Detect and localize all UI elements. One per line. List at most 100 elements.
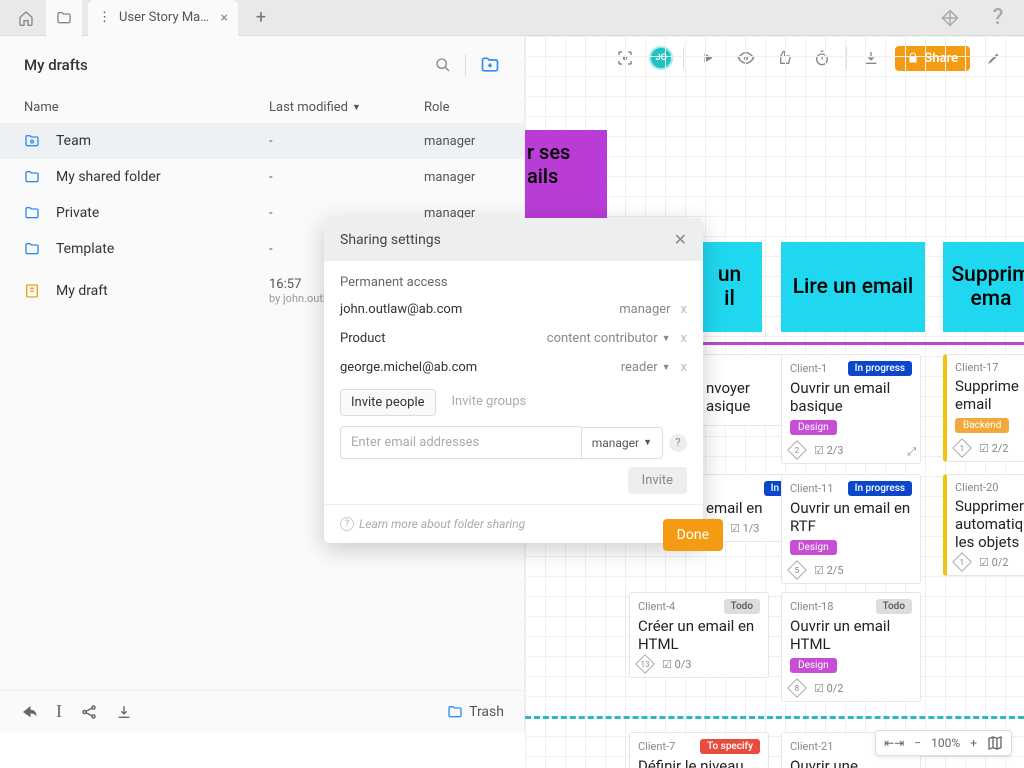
card-client: Client-17 (955, 361, 998, 374)
sharing-modal: Sharing settings ✕ Permanent access john… (324, 218, 703, 543)
file-name: Team (56, 133, 269, 149)
file-role: manager (424, 134, 500, 149)
story-card[interactable]: Client-4TodoCréer un email en HTML13☑ 0/… (629, 592, 769, 678)
fit-width-icon[interactable]: ⇤⇥ (884, 736, 904, 750)
access-row: george.michel@ab.comreader ▼x (340, 360, 687, 375)
card-client: Client-7 (638, 740, 675, 753)
done-button[interactable]: Done (663, 519, 723, 551)
story-card[interactable]: Client-20 Supprimer automatiq les objets 1… (943, 474, 1024, 576)
add-tab-button[interactable]: + (246, 3, 276, 33)
search-icon[interactable] (435, 57, 451, 73)
map-icon[interactable] (987, 735, 1003, 751)
card-tag: Design (790, 420, 837, 435)
file-role: manager (424, 170, 500, 185)
folder-shared-icon (24, 133, 46, 149)
checklist-icon: ☑ 2/5 (814, 564, 844, 577)
card-footer: 8☑ 0/2 (790, 681, 912, 695)
remove-access-icon[interactable]: x (681, 302, 687, 317)
card-title: Supprimer automatiq les objets (955, 497, 1024, 551)
story-card[interactable]: Client-18TodoOuvrir un email HTMLDesign8… (781, 592, 921, 702)
invite-tabs: Invite people Invite groups (340, 389, 687, 416)
access-role[interactable]: reader ▼ (621, 360, 671, 375)
email-input[interactable] (340, 426, 581, 459)
expand-icon[interactable]: ⤢ (907, 445, 916, 459)
tab-story-mapping[interactable]: ⋮ User Story Mappi... × (88, 0, 238, 36)
release-dash-line (525, 716, 1024, 719)
remove-access-icon[interactable]: x (681, 360, 687, 375)
drag-dots-icon: ⋮ (98, 10, 111, 25)
invite-role-select[interactable]: manager▼ (581, 427, 663, 459)
close-icon[interactable]: × (221, 10, 228, 26)
tab-invite-people[interactable]: Invite people (340, 389, 436, 416)
trash-button[interactable]: Trash (447, 704, 504, 720)
col-name[interactable]: Name (24, 100, 269, 115)
divider (465, 54, 466, 76)
col-modified[interactable]: Last modified▼ (269, 100, 424, 115)
card-footer: 1☑ 2/2 (955, 441, 1024, 455)
text-cursor-icon[interactable]: I (56, 701, 62, 722)
access-row: john.outlaw@ab.commanagerx (340, 302, 687, 317)
activity-card[interactable]: un il (697, 242, 762, 332)
card-client: Client-11 (790, 482, 833, 495)
file-name: My shared folder (56, 169, 269, 185)
checklist-icon: ☑ 0/2 (814, 682, 844, 695)
zoom-in-icon[interactable]: + (970, 736, 977, 750)
card-client: Client-4 (638, 600, 675, 613)
folder-icon (24, 241, 46, 257)
card-client: Client-20 (955, 481, 998, 494)
zoom-control[interactable]: ⇤⇥ − 100% + (875, 730, 1012, 756)
file-row[interactable]: Team-manager (0, 123, 524, 159)
col-role[interactable]: Role (424, 100, 500, 115)
file-modified: - (269, 134, 424, 149)
hex-badge: 5 (787, 560, 807, 580)
caret-down-icon: ▼ (352, 102, 361, 113)
share-arrow-icon[interactable] (20, 703, 38, 721)
card-tag: Design (790, 658, 837, 673)
card-title: Créer un email en HTML (638, 617, 760, 653)
card-title: Ouvrir une (790, 757, 912, 768)
story-card[interactable]: Client-7To specifyDéfinir le niveau (629, 732, 769, 768)
modal-title: Sharing settings (340, 232, 441, 248)
download-icon[interactable] (116, 704, 132, 720)
modal-header: Sharing settings ✕ (324, 218, 703, 261)
close-icon[interactable]: ✕ (674, 230, 687, 249)
checklist-icon: ☑ 2/3 (814, 444, 844, 457)
share-nodes-icon[interactable] (80, 703, 98, 721)
home-icon[interactable] (8, 0, 44, 36)
card-footer: 5 ☑ 2/5 (790, 563, 912, 577)
card-footer: 1☑ 0/2 (955, 555, 1024, 569)
story-card[interactable]: Client-11In progressOuvrir un email en R… (781, 474, 921, 584)
card-status: Todo (876, 599, 912, 614)
permanent-access-label: Permanent access (340, 275, 687, 290)
tabbar-left: ⋮ User Story Mappi... × + (8, 0, 276, 36)
invite-button[interactable]: Invite (628, 467, 687, 494)
diamond-icon[interactable] (932, 0, 968, 36)
epic-card[interactable]: r ses ails (525, 130, 607, 220)
folder-icon (447, 704, 463, 720)
file-row[interactable]: My shared folder-manager (0, 159, 524, 195)
folder-tab-icon[interactable] (46, 0, 82, 36)
card-tag: Backend (955, 418, 1009, 433)
new-folder-icon[interactable] (480, 55, 500, 75)
help-icon[interactable]: ? (669, 434, 687, 452)
story-card[interactable]: Client-17Supprime emailBackend1☑ 2/2 (943, 354, 1024, 462)
folder-icon (24, 205, 46, 221)
hex-badge: 2 (787, 440, 807, 460)
zoom-out-icon[interactable]: − (914, 736, 921, 750)
card-title: Définir le niveau (638, 757, 760, 768)
draft-icon (24, 283, 46, 299)
card-tag: Design (790, 540, 837, 555)
tab-title: User Story Mappi... (119, 10, 213, 25)
access-role[interactable]: content contributor ▼ (547, 331, 671, 346)
checklist-icon: ☑ 2/2 (979, 442, 1009, 455)
learn-more-link[interactable]: ? Learn more about folder sharing (340, 517, 525, 531)
remove-access-icon[interactable]: x (681, 331, 687, 346)
access-row: Productcontent contributor ▼x (340, 331, 687, 346)
tabbar-right: ? (932, 0, 1016, 36)
activity-card[interactable]: Lire un email (781, 242, 925, 332)
activity-card[interactable]: Supprim ema (943, 242, 1024, 332)
invite-row: manager▼ ? (340, 426, 687, 459)
tab-invite-groups[interactable]: Invite groups (450, 389, 529, 416)
story-card[interactable]: Client-1In progressOuvrir un email basiq… (781, 354, 921, 464)
help-icon[interactable]: ? (980, 0, 1016, 36)
